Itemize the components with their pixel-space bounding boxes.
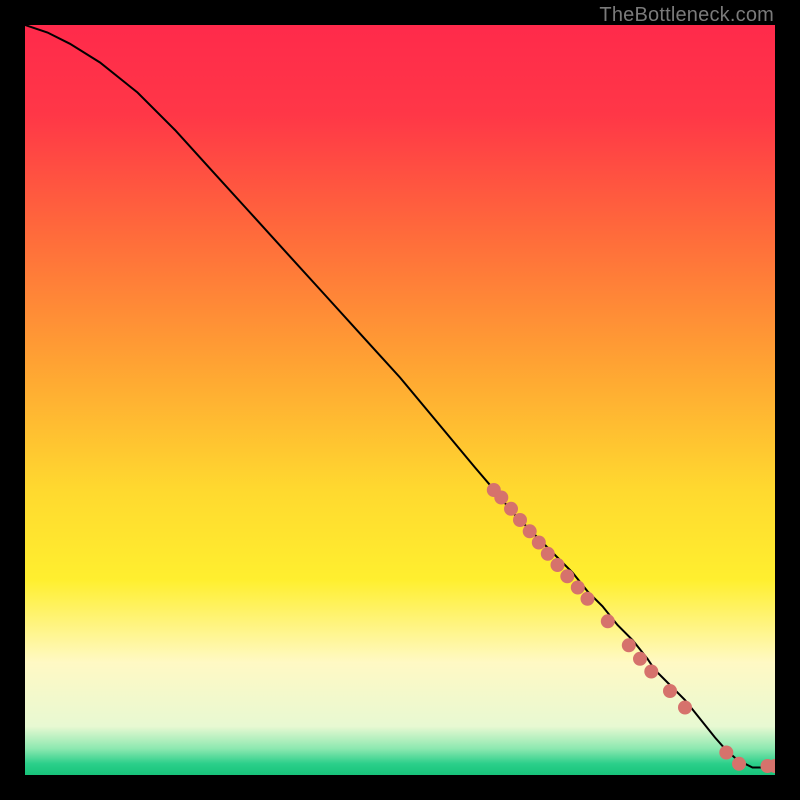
- curve-marker: [663, 684, 677, 698]
- curve-markers-group: [487, 483, 775, 773]
- curve-marker: [532, 536, 546, 550]
- curve-marker: [541, 547, 555, 561]
- curve-marker: [513, 513, 527, 527]
- curve-marker: [571, 581, 585, 595]
- curve-marker: [732, 757, 746, 771]
- chart-overlay-svg: [25, 25, 775, 775]
- plot-area: [25, 25, 775, 775]
- curve-marker: [601, 614, 615, 628]
- curve-marker: [678, 701, 692, 715]
- curve-marker: [523, 524, 537, 538]
- curve-marker: [622, 638, 636, 652]
- chart-root: TheBottleneck.com: [0, 0, 800, 800]
- curve-marker: [504, 502, 518, 516]
- watermark-text: TheBottleneck.com: [599, 4, 774, 27]
- curve-marker: [494, 491, 508, 505]
- curve-marker: [644, 665, 658, 679]
- curve-marker: [581, 592, 595, 606]
- curve-marker: [633, 652, 647, 666]
- curve-marker: [560, 569, 574, 583]
- curve-marker: [551, 558, 565, 572]
- bottleneck-curve-line: [25, 25, 775, 768]
- curve-marker: [719, 746, 733, 760]
